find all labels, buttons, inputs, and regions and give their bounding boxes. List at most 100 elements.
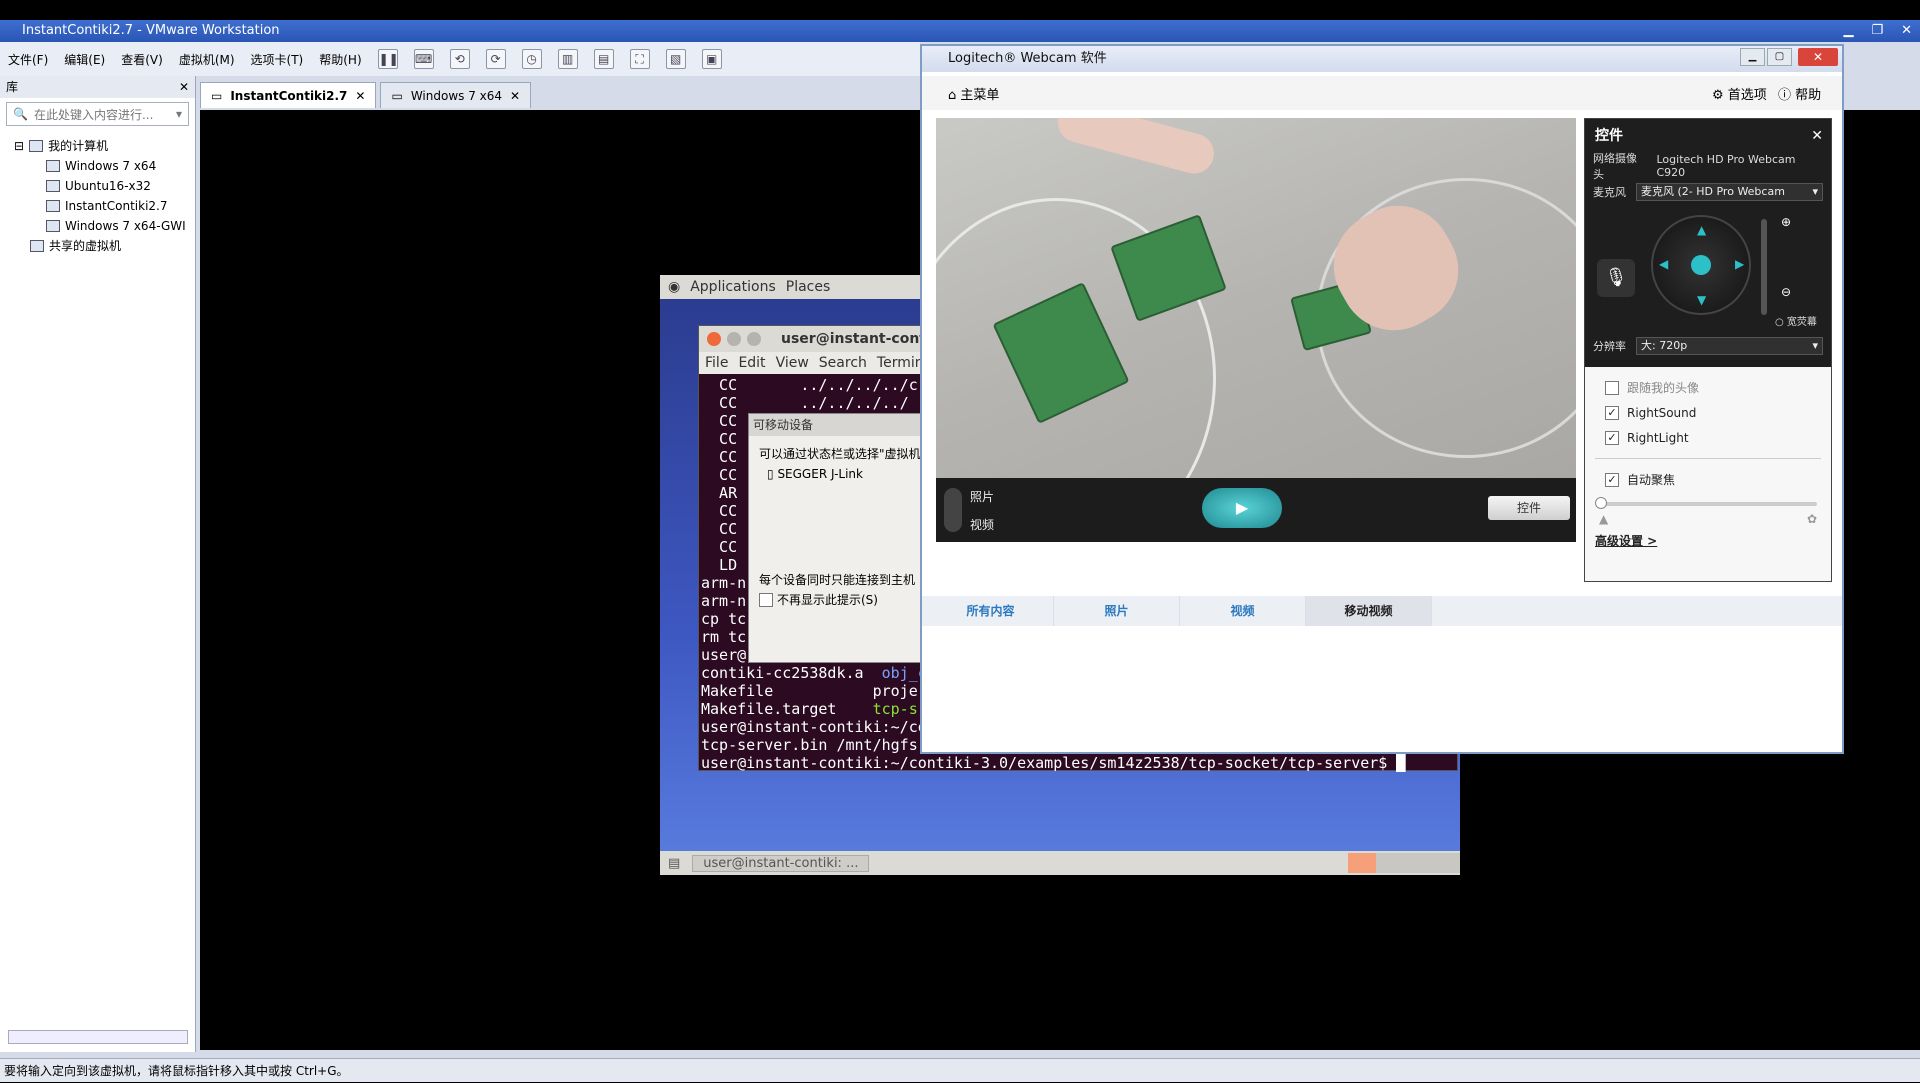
rightlight-checkbox[interactable]: ✓ RightLight [1585,425,1831,450]
revert-snapshot-icon[interactable]: ⟳ [485,49,506,69]
help-button[interactable]: ⓘ 帮助 [1778,84,1821,103]
media-tabs: 所有内容 照片 视频 移动视频 [922,596,1842,626]
workspace-1[interactable] [1348,853,1376,873]
photo-video-toggle[interactable] [944,488,962,532]
thumbnail-icon[interactable]: ▤ [593,49,614,69]
maximize-icon[interactable] [747,332,761,346]
follow-face-checkbox[interactable]: 跟随我的头像 [1585,375,1831,400]
pan-tilt-dial[interactable]: ▲ ▼ ◀ ▶ [1651,215,1751,315]
chevron-down-icon[interactable]: ▾ [176,107,182,121]
close-button[interactable]: ✕ [1798,48,1838,66]
pan-left-icon[interactable]: ◀ [1659,257,1668,271]
minimize-icon[interactable]: ▁ [1843,20,1853,42]
menu-edit[interactable]: Edit [738,355,765,371]
pan-down-icon[interactable]: ▼ [1697,293,1706,307]
menu-terminal[interactable]: Termin [877,355,924,371]
tree-my-computer[interactable]: ⊟ 我的计算机 [14,136,195,156]
tab-mobile-videos[interactable]: 移动视频 [1306,596,1432,626]
advanced-settings-link[interactable]: 高级设置 > [1585,532,1831,549]
menu-edit[interactable]: 编辑(E) [64,51,105,68]
video-label[interactable]: 视频 [970,516,994,533]
maximize-icon[interactable]: ❐ [1871,20,1883,42]
checkbox[interactable] [759,593,773,607]
library-scrollbar[interactable] [8,1030,188,1044]
center-button[interactable] [1691,255,1711,275]
tree-vm-item[interactable]: InstantContiki2.7 [14,196,195,216]
tab-photos[interactable]: 照片 [1054,596,1180,626]
workspace-3[interactable] [1404,853,1432,873]
close-icon[interactable]: ✕ [1901,20,1912,42]
menu-places[interactable]: Places [786,279,831,295]
rightsound-checkbox[interactable]: ✓ RightSound [1585,400,1831,425]
zoom-in-icon[interactable]: ⊕ [1781,215,1791,229]
maximize-icon[interactable]: ▢ [1767,48,1792,66]
tab-videos[interactable]: 视频 [1180,596,1306,626]
menu-help[interactable]: 帮助(H) [319,51,361,68]
menu-applications[interactable]: Applications [690,279,776,295]
close-icon[interactable]: ✕ [355,84,365,108]
home-button[interactable]: ⌂ 主菜单 [948,84,999,103]
focus-slider[interactable] [1595,497,1817,509]
tree-vm-item[interactable]: Windows 7 x64-GWI [14,216,195,236]
record-video-button[interactable]: ▶ [1202,488,1282,528]
close-icon[interactable]: ✕ [1811,119,1823,153]
snapshot-manager-icon[interactable]: ◷ [521,49,542,69]
checkbox-label: RightLight [1627,430,1689,445]
close-icon[interactable]: ✕ [510,84,520,108]
microphone-icon[interactable]: 🎙 [1597,259,1635,297]
logitech-webcam-window[interactable]: Logitech® Webcam 软件 ▁ ▢ ✕ ⌂ 主菜单 ⚙ 首选项 ⓘ … [920,44,1844,754]
fullscreen-icon[interactable]: ⛶ [629,49,650,69]
tree-vm-item[interactable]: Windows 7 x64 [14,156,195,176]
autofocus-checkbox[interactable]: ✓ 自动聚焦 [1585,467,1831,492]
zoom-out-icon[interactable]: ⊖ [1781,285,1791,299]
menu-file[interactable]: File [705,355,728,371]
ubuntu-logo-icon[interactable]: ◉ [668,279,680,295]
close-icon[interactable]: ✕ [179,76,189,98]
menu-tabs[interactable]: 选项卡(T) [251,51,304,68]
logitech-title: Logitech® Webcam 软件 [948,51,1107,66]
checkbox-checked[interactable]: ✓ [1605,430,1619,445]
minimize-icon[interactable] [727,332,741,346]
close-icon[interactable] [707,332,721,346]
unity-icon[interactable]: ▧ [665,49,686,69]
menu-search[interactable]: Search [819,355,867,371]
slider-handle[interactable] [1595,497,1607,509]
tree-vm-item[interactable]: Ubuntu16-x32 [14,176,195,196]
resolution-select[interactable]: 大: 720p ▾ [1636,337,1823,355]
tab-all[interactable]: 所有内容 [928,596,1054,626]
menu-view[interactable]: 查看(V) [121,51,163,68]
collapse-icon[interactable]: ⊟ [14,136,24,156]
console-view-icon[interactable]: ▣ [701,49,722,69]
capture-bar: 照片 视频 ▶ 控件 [936,478,1576,542]
preferences-button[interactable]: ⚙ 首选项 [1712,84,1767,103]
checkbox-checked[interactable]: ✓ [1605,405,1619,420]
tree-label: Windows 7 x64 [65,159,157,173]
workspace-2[interactable] [1376,853,1404,873]
pan-right-icon[interactable]: ▶ [1735,257,1744,271]
tab-instantcontiki[interactable]: ▭ InstantContiki2.7 ✕ [200,82,377,108]
microphone-select[interactable]: 麦克风 (2- HD Pro Webcam ▾ [1636,183,1823,201]
checkbox[interactable] [1605,380,1619,395]
taskbar-terminal[interactable]: user@instant-contiki: ... [692,854,870,872]
library-header: 库 ✕ [0,76,195,98]
workspace-4[interactable] [1432,853,1460,873]
snapshot-icon[interactable]: ⟲ [449,49,470,69]
cursor: █ [1396,754,1406,772]
show-desktop-icon[interactable]: ▤ [668,856,680,871]
minimize-icon[interactable]: ▁ [1740,48,1765,66]
library-search-input[interactable]: 🔍 在此处键入内容进行... ▾ [6,102,189,126]
menu-file[interactable]: 文件(F) [8,51,48,68]
tab-windows7[interactable]: ▭ Windows 7 x64 ✕ [380,82,532,108]
tree-shared-vms[interactable]: 共享的虚拟机 [14,236,195,256]
pause-icon[interactable]: ❚❚ [377,49,399,69]
menu-view[interactable]: View [776,355,809,371]
controls-button[interactable]: 控件 [1488,496,1570,520]
widescreen-radio[interactable]: ○ 宽荧幕 [1775,313,1817,328]
zoom-slider[interactable] [1761,219,1767,315]
checkbox-checked[interactable]: ✓ [1605,472,1619,487]
menu-vm[interactable]: 虚拟机(M) [179,51,235,68]
pan-up-icon[interactable]: ▲ [1697,223,1706,237]
photo-label[interactable]: 照片 [970,488,994,505]
show-library-icon[interactable]: ▥ [557,49,578,69]
send-keys-icon[interactable]: ⌨ [413,49,434,69]
